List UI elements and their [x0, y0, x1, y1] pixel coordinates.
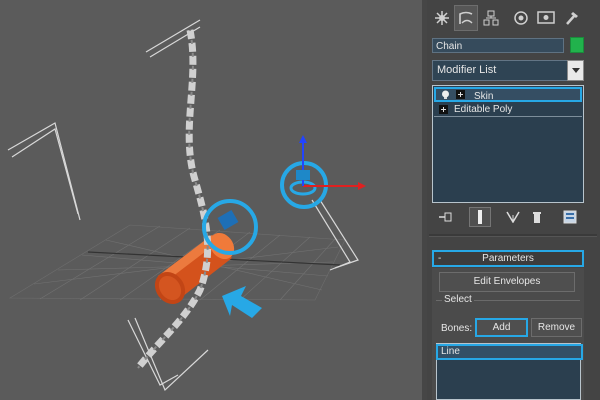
bones-label: Bones: [441, 323, 473, 334]
tab-display[interactable] [534, 5, 558, 31]
tab-hierarchy[interactable] [479, 5, 503, 31]
lightbulb-icon[interactable] [441, 90, 450, 99]
tab-modify[interactable] [454, 5, 478, 31]
utilities-icon [566, 12, 578, 25]
motion-icon [514, 11, 528, 25]
viewport[interactable] [0, 0, 422, 400]
command-panel: Chain Modifier List Skin Editable Poly -… [427, 0, 600, 400]
object-name-field[interactable]: Chain [432, 38, 564, 53]
remove-modifier-icon [533, 212, 541, 223]
plus-icon[interactable] [439, 105, 448, 114]
modifier-list-dropdown[interactable]: Modifier List [432, 60, 584, 81]
stack-item-skin[interactable]: Skin [434, 87, 582, 102]
pin-stack-icon [439, 212, 452, 222]
viewport-scene [7, 19, 366, 392]
separator [429, 234, 597, 237]
remove-modifier-button[interactable] [526, 207, 548, 227]
modify-icon [459, 11, 473, 24]
select-group-label: Select [442, 294, 474, 305]
modifier-stack[interactable]: Skin Editable Poly [432, 85, 584, 203]
tab-utilities[interactable] [560, 5, 584, 31]
pointer-arrow-icon [222, 286, 262, 318]
rollout-title: Parameters [482, 253, 534, 264]
create-icon [435, 11, 449, 25]
configure-sets-icon [563, 210, 577, 224]
bone-list-item[interactable]: Line [436, 344, 583, 360]
pin-stack-button[interactable] [435, 207, 457, 227]
transform-gizmo [280, 135, 366, 209]
modifier-list-value: Modifier List [437, 64, 497, 76]
tab-create[interactable] [430, 5, 454, 31]
command-panel-tabs [427, 5, 600, 31]
chevron-down-icon [571, 68, 580, 73]
hierarchy-icon [483, 10, 499, 26]
make-unique-icon [506, 211, 520, 223]
plus-icon[interactable] [456, 90, 465, 99]
parameters-rollout-header[interactable]: - Parameters [432, 250, 584, 267]
select-group: Select [436, 294, 580, 313]
stack-item-editable-poly[interactable]: Editable Poly [434, 102, 582, 117]
display-icon [537, 11, 555, 24]
stack-toolbar [432, 207, 584, 227]
tab-motion[interactable] [509, 5, 533, 31]
configure-sets-button[interactable] [559, 207, 581, 227]
show-end-result-icon [478, 210, 482, 224]
stack-item-label: Editable Poly [454, 104, 513, 115]
make-unique-button[interactable] [502, 207, 524, 227]
show-end-result-button[interactable] [469, 207, 491, 227]
edit-envelopes-button[interactable]: Edit Envelopes [439, 272, 575, 292]
add-bone-button[interactable]: Add [475, 318, 528, 337]
remove-bone-button[interactable]: Remove [531, 318, 582, 337]
bones-list[interactable]: Line [436, 343, 583, 400]
dropdown-arrow[interactable] [567, 60, 584, 81]
chain [135, 29, 212, 371]
object-color-swatch[interactable] [570, 37, 584, 53]
